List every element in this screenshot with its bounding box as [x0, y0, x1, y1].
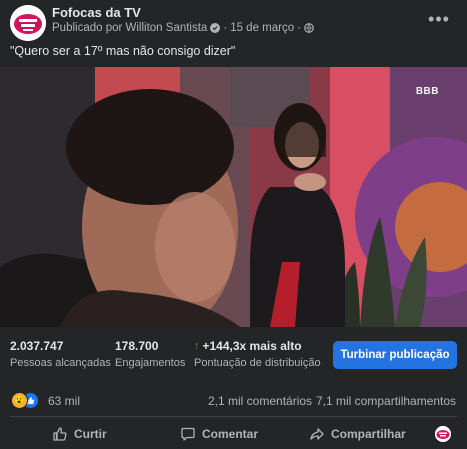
shares-count-link[interactable]: 7,1 mil compartilhamentos: [316, 394, 456, 408]
channel-logo: BBB: [415, 86, 439, 97]
reach-value: 2.037.747: [10, 339, 64, 353]
reactions-summary: 😮 63 mil 2,1 mil comentários 7,1 mil com…: [0, 384, 467, 416]
reaction-count[interactable]: 63 mil: [48, 394, 80, 408]
like-label: Curtir: [74, 427, 107, 441]
distribution-label: Pontuação de distribuição: [194, 357, 321, 369]
post-insights: 2.037.747 Pessoas alcançadas 178.700 Eng…: [0, 327, 467, 383]
post-meta: Publicado por Williton Santista · 15 de …: [52, 22, 314, 34]
share-icon: [309, 426, 325, 442]
reach-stat[interactable]: 2.037.747 Pessoas alcançadas: [10, 339, 111, 369]
video-frame: [0, 67, 467, 327]
facebook-post: Fofocas da TV Publicado por Williton San…: [0, 0, 467, 449]
reach-label: Pessoas alcançadas: [10, 357, 111, 369]
thumbs-up-icon: [52, 426, 68, 442]
profile-switcher[interactable]: [435, 424, 455, 444]
comments-count-link[interactable]: 2,1 mil comentários: [208, 394, 312, 408]
post-actions: Curtir Comentar Compartilhar: [0, 418, 467, 449]
more-options-button[interactable]: •••: [425, 9, 453, 29]
post-date[interactable]: 15 de março: [230, 22, 294, 34]
post-caption: "Quero ser a 17º mas não consigo dizer": [10, 44, 236, 58]
verified-icon: [210, 23, 221, 33]
post-video[interactable]: BBB: [0, 67, 467, 327]
published-by[interactable]: Publicado por Williton Santista: [52, 22, 207, 34]
page-name[interactable]: Fofocas da TV: [52, 5, 141, 20]
engagement-label: Engajamentos: [115, 357, 186, 369]
post-header: Fofocas da TV Publicado por Williton San…: [0, 0, 467, 44]
comment-label: Comentar: [202, 427, 259, 441]
boost-post-button[interactable]: Turbinar publicação: [333, 341, 457, 369]
meta-separator: ·: [223, 22, 228, 34]
wow-reaction-icon: 😮: [11, 392, 28, 409]
page-avatar[interactable]: [10, 5, 46, 41]
globe-icon: [304, 23, 314, 33]
actions-divider: [10, 416, 457, 417]
engagement-stat[interactable]: 178.700 Engajamentos: [115, 339, 185, 369]
ellipsis-icon: •••: [428, 8, 450, 29]
engagement-value: 178.700: [115, 339, 159, 353]
comment-icon: [180, 426, 196, 442]
comment-button[interactable]: Comentar: [180, 422, 258, 446]
meta-separator-2: ·: [297, 22, 301, 34]
share-label: Compartilhar: [331, 427, 406, 441]
like-button[interactable]: Curtir: [52, 422, 107, 446]
reaction-icons[interactable]: 😮: [11, 392, 45, 409]
mini-page-avatar: [435, 426, 451, 442]
distribution-stat[interactable]: ↑ +144,3x mais alto Pontuação de distrib…: [194, 339, 321, 369]
arrow-up-icon: ↑: [194, 340, 200, 352]
distribution-value: +144,3x mais alto: [202, 339, 302, 353]
share-button[interactable]: Compartilhar: [309, 422, 406, 446]
